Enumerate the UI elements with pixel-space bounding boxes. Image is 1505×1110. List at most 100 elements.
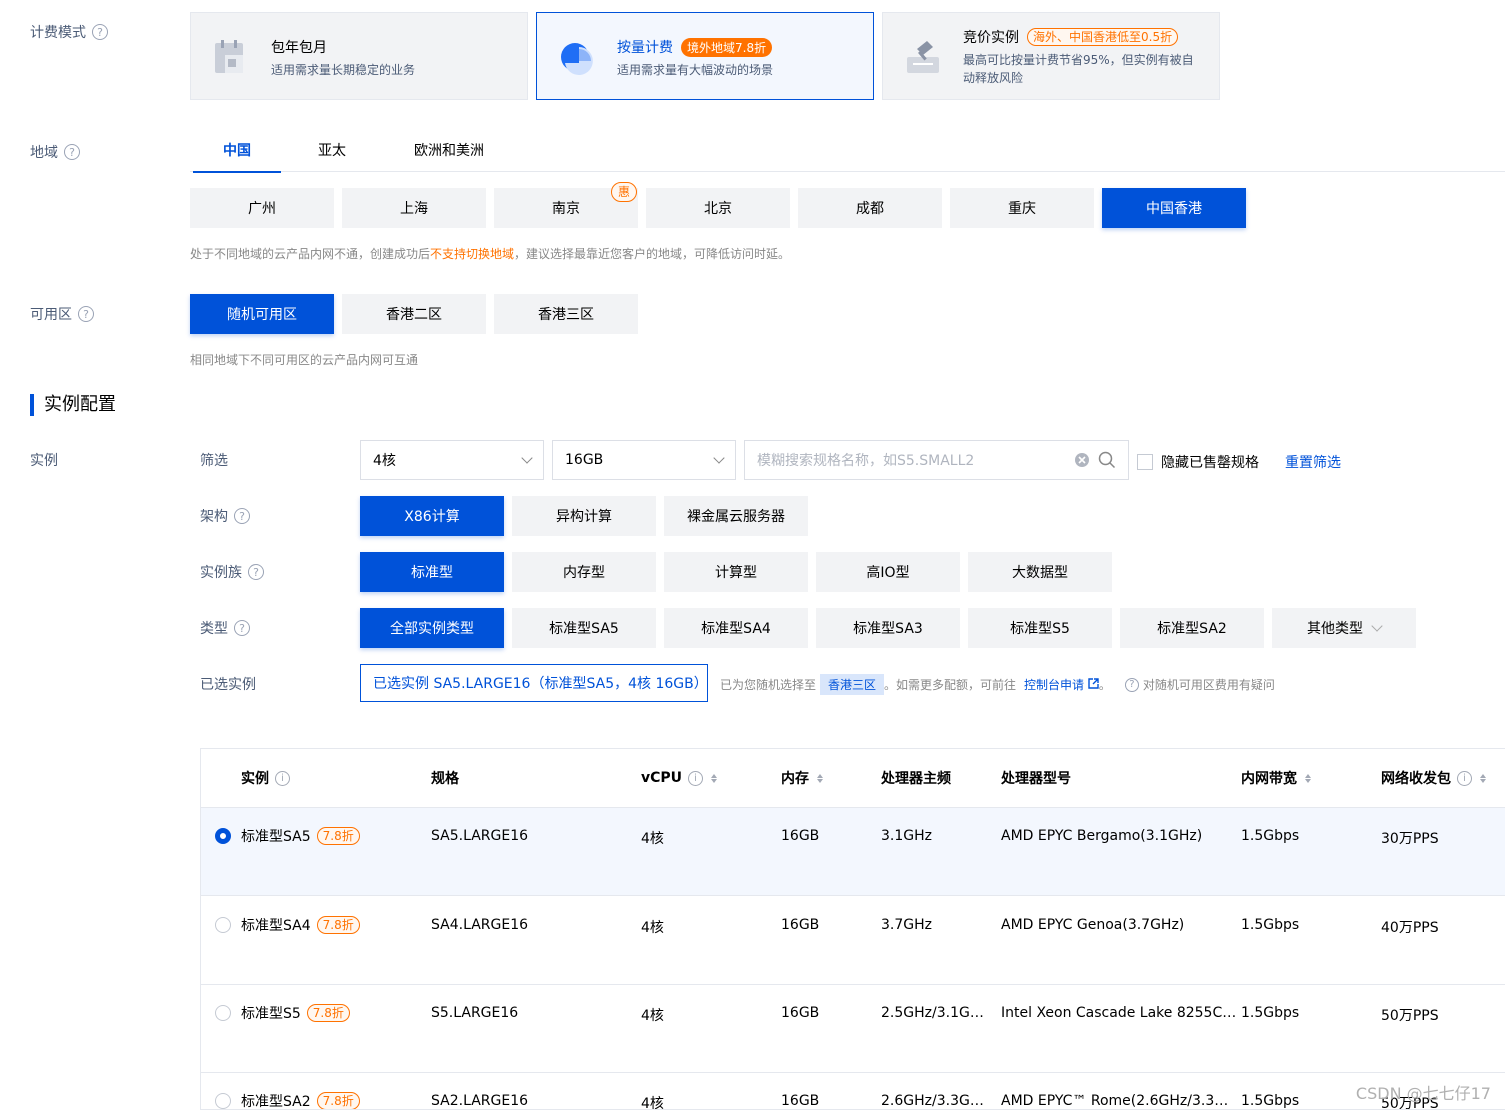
zone-hk-3[interactable]: 香港三区 bbox=[494, 294, 638, 334]
family-standard[interactable]: 标准型 bbox=[360, 552, 504, 592]
discount-badge: 7.8折 bbox=[306, 1004, 350, 1022]
table-row[interactable]: 标准型SA5 7.8折 SA5.LARGE16 4核 16GB 3.1GHz AM… bbox=[201, 808, 1505, 896]
spec-search-input[interactable]: 模糊搜索规格名称，如S5.SMALL2 bbox=[744, 440, 1129, 480]
type-s5[interactable]: 标准型S5 bbox=[968, 608, 1112, 648]
checkbox-box bbox=[1137, 454, 1153, 470]
tab-asia-pacific[interactable]: 亚太 bbox=[318, 130, 346, 172]
billing-label-text: 计费模式 bbox=[30, 25, 86, 41]
sort-icon[interactable] bbox=[1305, 773, 1311, 783]
instance-name-cell: 标准型S5 7.8折 bbox=[241, 1003, 350, 1023]
col-title: 网络收发包 bbox=[1381, 771, 1451, 787]
row-radio[interactable] bbox=[215, 1005, 231, 1021]
cpu-select[interactable]: 4核 bbox=[360, 440, 544, 480]
info-icon[interactable]: i bbox=[275, 770, 290, 786]
fee-question-link[interactable]: ? 对随机可用区费用有疑问 bbox=[1124, 676, 1275, 693]
zone-label: 可用区 ? bbox=[30, 304, 94, 324]
region-label-text: 地域 bbox=[30, 145, 58, 161]
table-row[interactable]: 标准型S5 7.8折 S5.LARGE16 4核 16GB 2.5GHz/3.1G… bbox=[201, 985, 1505, 1073]
card-desc: 最高可比按量计费节省95%，但实例有被自动释放风险 bbox=[963, 53, 1194, 85]
clear-icon[interactable] bbox=[1074, 452, 1090, 468]
col-header-freq: 处理器主频 bbox=[881, 771, 951, 787]
col-title: 内网带宽 bbox=[1241, 771, 1297, 787]
sort-icon[interactable] bbox=[711, 773, 718, 783]
vcpu-cell: 4核 bbox=[641, 1008, 664, 1024]
help-icon[interactable]: ? bbox=[64, 144, 80, 160]
row-radio[interactable] bbox=[215, 828, 231, 844]
vcpu-cell: 4核 bbox=[641, 920, 664, 936]
help-icon[interactable]: ? bbox=[234, 620, 250, 636]
spec-cell: S5.LARGE16 bbox=[431, 1005, 519, 1021]
reset-filter-link[interactable]: 重置筛选 bbox=[1285, 452, 1341, 472]
help-icon[interactable]: ? bbox=[92, 24, 108, 40]
zone-hk-2[interactable]: 香港二区 bbox=[342, 294, 486, 334]
info-icon[interactable]: i bbox=[1457, 770, 1472, 786]
card-title: 按量计费 bbox=[617, 40, 673, 56]
billing-card-monthly[interactable]: 包年包月 适用需求量长期稳定的业务 bbox=[190, 12, 528, 100]
row-radio[interactable] bbox=[215, 1093, 231, 1109]
cpu-model-cell: AMD EPYC™ Rome(2.6GHz/3.3… bbox=[1001, 1093, 1229, 1109]
arch-baremetal[interactable]: 裸金属云服务器 bbox=[664, 496, 808, 536]
help-icon[interactable]: ? bbox=[78, 306, 94, 322]
console-apply-link[interactable]: 控制台申请 bbox=[1024, 676, 1099, 693]
family-bigdata[interactable]: 大数据型 bbox=[968, 552, 1112, 592]
memory-cell: 16GB bbox=[781, 828, 820, 844]
col-title: 实例 bbox=[241, 771, 269, 787]
type-sa2[interactable]: 标准型SA2 bbox=[1120, 608, 1264, 648]
type-other-dropdown[interactable]: 其他类型 bbox=[1272, 608, 1416, 648]
memory-select[interactable]: 16GB bbox=[552, 440, 736, 480]
sort-icon[interactable] bbox=[817, 773, 823, 783]
city-beijing[interactable]: 北京 bbox=[646, 188, 790, 228]
help-icon[interactable]: ? bbox=[248, 564, 264, 580]
family-compute[interactable]: 计算型 bbox=[664, 552, 808, 592]
zone-hint: 相同地域下不同可用区的云产品内网可互通 bbox=[190, 353, 419, 367]
table-row[interactable]: 标准型SA2 7.8折 SA2.LARGE16 4核 16GB 2.6GHz/3.… bbox=[201, 1073, 1505, 1109]
info-text: 。 bbox=[1098, 678, 1111, 692]
card-title-row: 竞价实例 海外、中国香港低至0.5折 bbox=[963, 27, 1179, 47]
section-title: 实例配置 bbox=[30, 394, 116, 416]
bandwidth-cell: 1.5Gbps bbox=[1241, 828, 1300, 844]
type-sa5[interactable]: 标准型SA5 bbox=[512, 608, 656, 648]
bandwidth-cell: 1.5Gbps bbox=[1241, 1093, 1300, 1109]
region-hint: 处于不同地域的云产品内网不通，创建成功后不支持切换地域，建议选择最靠近您客户的地… bbox=[190, 245, 790, 262]
hint-text: 处于不同地域的云产品内网不通，创建成功后 bbox=[190, 247, 431, 261]
billing-card-spot[interactable]: 竞价实例 海外、中国香港低至0.5折 最高可比按量计费节省95%，但实例有被自动… bbox=[882, 12, 1220, 100]
type-sa4[interactable]: 标准型SA4 bbox=[664, 608, 808, 648]
family-high-io[interactable]: 高IO型 bbox=[816, 552, 960, 592]
city-hongkong[interactable]: 中国香港 bbox=[1102, 188, 1246, 228]
col-header-bandwidth[interactable]: 内网带宽 bbox=[1241, 749, 1311, 807]
sort-icon[interactable] bbox=[1480, 773, 1486, 783]
type-all[interactable]: 全部实例类型 bbox=[360, 608, 504, 648]
help-icon[interactable]: ? bbox=[234, 508, 250, 524]
family-memory[interactable]: 内存型 bbox=[512, 552, 656, 592]
memory-cell: 16GB bbox=[781, 1005, 820, 1021]
arch-x86[interactable]: X86计算 bbox=[360, 496, 504, 536]
search-icon[interactable] bbox=[1098, 451, 1116, 469]
row-radio[interactable] bbox=[215, 917, 231, 933]
info-icon[interactable]: i bbox=[688, 770, 704, 786]
city-chengdu[interactable]: 成都 bbox=[798, 188, 942, 228]
col-header-pps[interactable]: 网络收发包 i bbox=[1381, 749, 1486, 807]
col-header-memory[interactable]: 内存 bbox=[781, 749, 823, 807]
help-icon: ? bbox=[1124, 677, 1139, 692]
billing-card-payg[interactable]: 按量计费 境外地域7.8折 适用需求量有大幅波动的场景 bbox=[536, 12, 874, 100]
arch-hetero[interactable]: 异构计算 bbox=[512, 496, 656, 536]
freq-cell: 3.1GHz bbox=[881, 828, 932, 844]
city-shanghai[interactable]: 上海 bbox=[342, 188, 486, 228]
instance-label: 实例 bbox=[30, 453, 58, 469]
bandwidth-cell: 1.5Gbps bbox=[1241, 917, 1300, 933]
col-header-vcpu[interactable]: vCPU i bbox=[641, 749, 718, 807]
type-sa3[interactable]: 标准型SA3 bbox=[816, 608, 960, 648]
col-header-instance: 实例 i bbox=[241, 749, 290, 807]
tab-china[interactable]: 中国 bbox=[193, 130, 281, 173]
zone-random[interactable]: 随机可用区 bbox=[190, 294, 334, 334]
city-guangzhou[interactable]: 广州 bbox=[190, 188, 334, 228]
freq-cell: 2.6GHz/3.3G… bbox=[881, 1093, 984, 1109]
promo-badge: 惠 bbox=[611, 182, 638, 202]
cpu-model-cell: Intel Xeon Cascade Lake 8255C… bbox=[1001, 1005, 1237, 1021]
table-row[interactable]: 标准型SA4 7.8折 SA4.LARGE16 4核 16GB 3.7GHz AM… bbox=[201, 897, 1505, 985]
fee-question-text: 对随机可用区费用有疑问 bbox=[1142, 678, 1275, 692]
instance-name-cell: 标准型SA4 7.8折 bbox=[241, 915, 360, 935]
tab-europe-america[interactable]: 欧洲和美洲 bbox=[414, 130, 484, 172]
city-chongqing[interactable]: 重庆 bbox=[950, 188, 1094, 228]
hide-soldout-checkbox[interactable]: 隐藏已售罄规格 bbox=[1137, 452, 1259, 472]
